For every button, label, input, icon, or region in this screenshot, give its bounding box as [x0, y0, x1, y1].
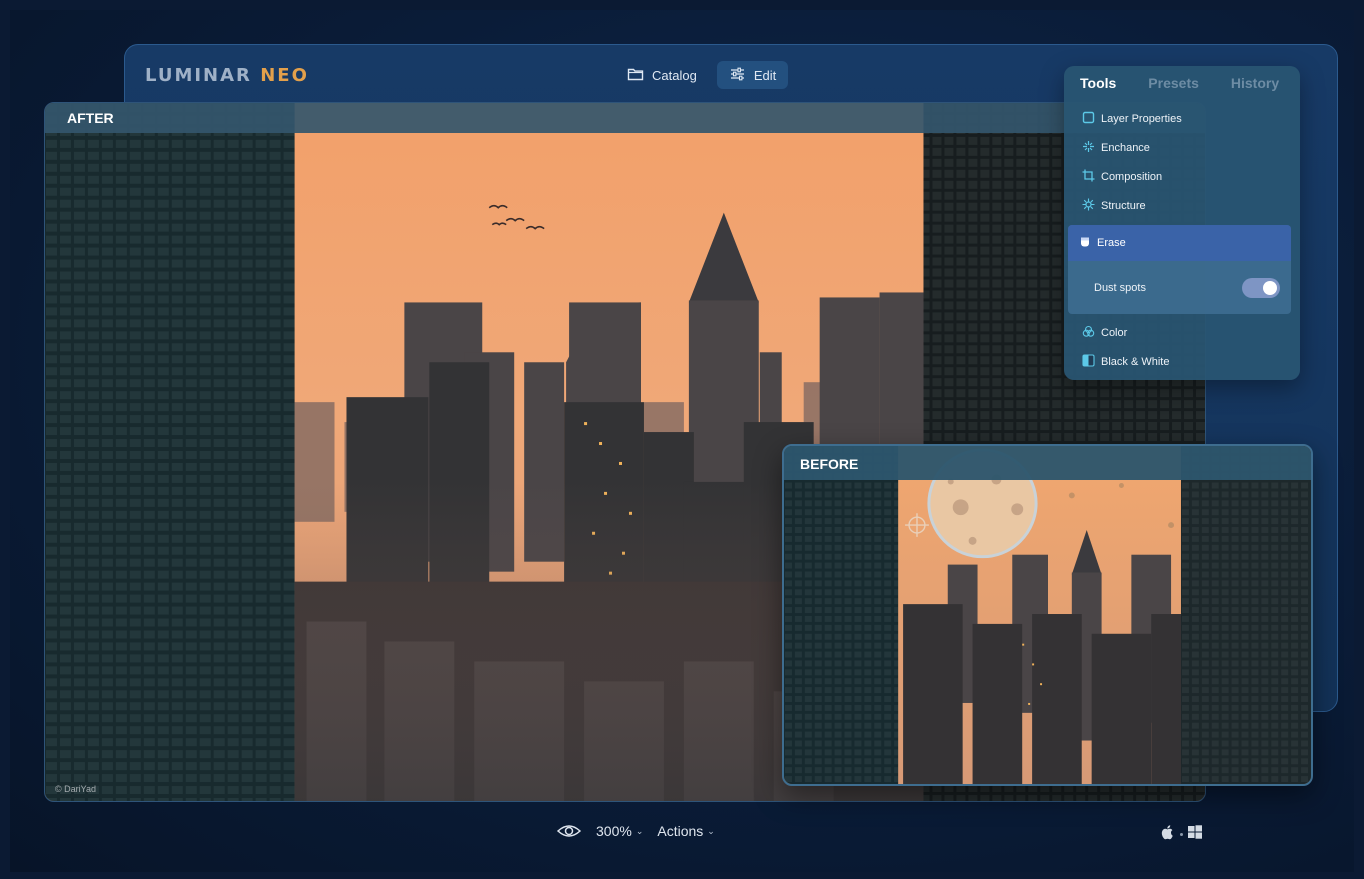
- black-white-icon: [1082, 353, 1095, 370]
- tool-color[interactable]: Color: [1064, 318, 1300, 347]
- edit-button[interactable]: Edit: [716, 61, 789, 89]
- catalog-label: Catalog: [652, 67, 697, 83]
- tool-enchance[interactable]: Enchance: [1064, 133, 1300, 162]
- tool-black-white[interactable]: Black & White: [1064, 347, 1300, 376]
- logo-main: LUMINAR: [145, 65, 252, 86]
- tool-color-label: Color: [1101, 326, 1128, 339]
- folder-icon: [627, 67, 644, 84]
- before-image-panel[interactable]: BEFORE: [782, 444, 1313, 786]
- photo-credit: © DariYad: [55, 784, 96, 794]
- actions-dropdown[interactable]: Actions ⌄: [657, 823, 714, 839]
- after-label: AFTER: [45, 103, 1205, 133]
- layer-square-icon: [1082, 111, 1095, 127]
- tab-tools[interactable]: Tools: [1080, 75, 1116, 91]
- logo-accent: NEO: [260, 65, 309, 86]
- structure-icon: [1082, 198, 1095, 214]
- top-nav: Catalog Edit: [615, 61, 789, 89]
- before-cityscape-photo: [784, 446, 1311, 784]
- sparkle-icon: [1082, 140, 1095, 156]
- erase-section: Erase Dust spots: [1068, 225, 1291, 314]
- toggle-knob: [1263, 280, 1277, 295]
- tool-composition[interactable]: Composition: [1064, 162, 1300, 191]
- app-logo: LUMINAR NEO: [145, 65, 309, 86]
- tool-layer-properties[interactable]: Layer Properties: [1064, 104, 1300, 133]
- zoom-value: 300%: [596, 823, 632, 839]
- platform-icons: [1160, 824, 1203, 845]
- catalog-button[interactable]: Catalog: [615, 61, 709, 89]
- tools-tabs: Tools Presets History: [1080, 75, 1279, 91]
- edit-label: Edit: [753, 67, 777, 83]
- platform-separator: [1180, 833, 1183, 836]
- tool-erase-label: Erase: [1097, 237, 1126, 249]
- tool-erase[interactable]: Erase: [1068, 225, 1291, 261]
- dust-spots-label: Dust spots: [1094, 281, 1146, 294]
- tool-structure[interactable]: Structure: [1064, 191, 1300, 220]
- tool-black-white-label: Black & White: [1101, 355, 1170, 368]
- tools-panel: Tools Presets History Layer Properties E…: [1064, 66, 1300, 380]
- actions-label: Actions: [657, 823, 704, 839]
- tool-structure-label: Structure: [1101, 199, 1146, 212]
- dust-spots-toggle[interactable]: [1242, 277, 1280, 298]
- tool-composition-label: Composition: [1101, 170, 1163, 183]
- crop-icon: [1082, 169, 1095, 185]
- color-circles-icon: [1082, 325, 1095, 341]
- tool-layer-properties-label: Layer Properties: [1101, 112, 1182, 125]
- bottom-toolbar: 300% ⌄ Actions ⌄: [556, 822, 715, 840]
- sliders-icon: [729, 67, 746, 84]
- eraser-icon: [1079, 236, 1091, 251]
- tab-presets[interactable]: Presets: [1148, 75, 1199, 91]
- zoom-chevron-down-icon: ⌄: [635, 825, 644, 836]
- dust-spots-row: Dust spots: [1068, 261, 1291, 314]
- tool-list: Layer Properties Enchance Composition St…: [1064, 104, 1300, 376]
- windows-icon: [1187, 824, 1203, 845]
- before-label: BEFORE: [784, 446, 1311, 480]
- zoom-dropdown[interactable]: 300% ⌄: [596, 823, 643, 839]
- eye-icon[interactable]: [556, 822, 582, 840]
- apple-icon: [1160, 824, 1176, 845]
- tool-enchance-label: Enchance: [1101, 141, 1150, 154]
- actions-chevron-down-icon: ⌄: [707, 825, 715, 836]
- tab-history[interactable]: History: [1231, 75, 1279, 91]
